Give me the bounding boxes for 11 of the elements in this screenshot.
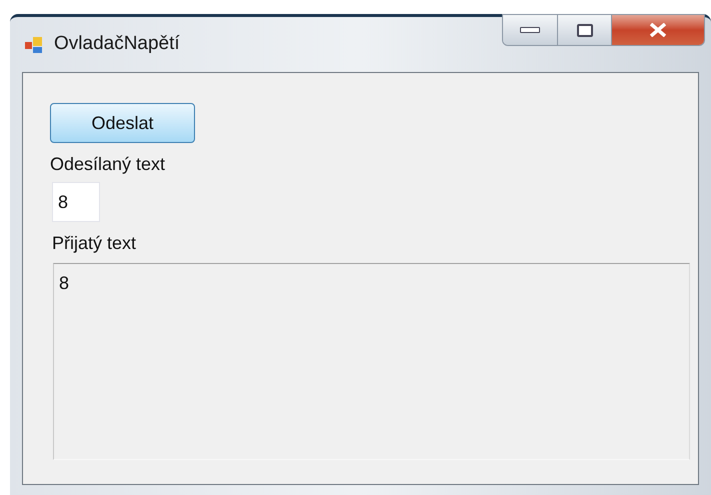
send-button[interactable]: Odeslat [50,103,195,143]
sent-text-label: Odesílaný text [50,153,166,176]
minimize-button[interactable] [503,15,558,45]
close-button[interactable] [612,15,704,45]
close-icon [649,23,667,37]
window-title: OvladačNapětí [54,32,180,56]
received-text-area[interactable]: 8 [53,263,690,460]
sent-text-field[interactable]: 8 [52,182,100,222]
received-text-label: Přijatý text [52,232,136,255]
app-icon [24,34,44,54]
maximize-button[interactable] [558,15,612,45]
